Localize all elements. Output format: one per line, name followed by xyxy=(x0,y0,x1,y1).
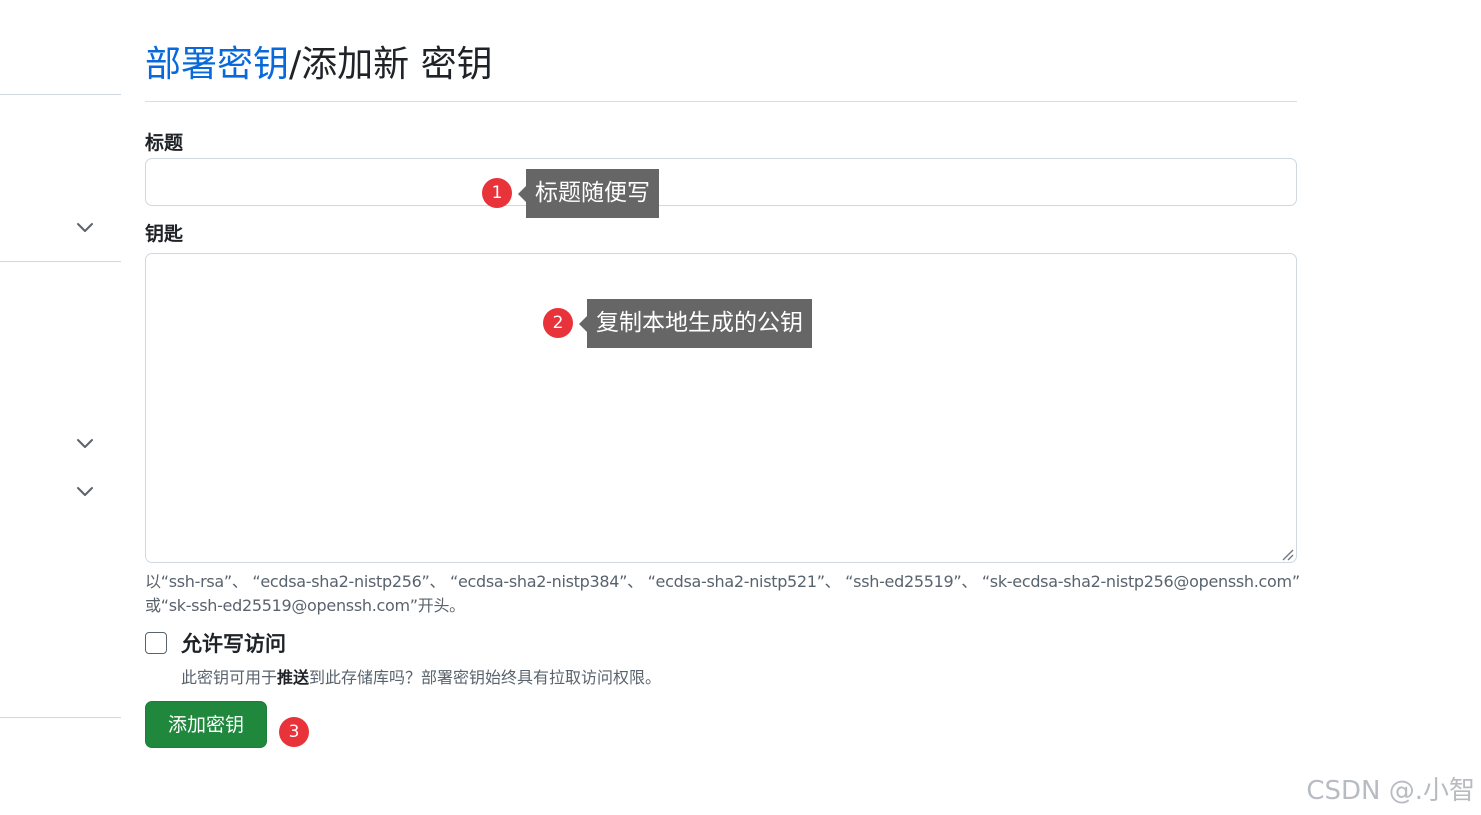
chevron-down-icon[interactable] xyxy=(76,484,94,498)
write-access-note-text: 到此存储库吗？部署密钥始终具有拉取访问权限。 xyxy=(309,668,662,687)
key-label: 钥匙 xyxy=(145,223,184,245)
sidebar-divider xyxy=(0,261,121,262)
annotation-callout: 标题随便写 xyxy=(518,169,659,218)
annotation-badge: 1 xyxy=(482,178,512,208)
annotation-badge: 3 xyxy=(279,717,309,747)
write-access-note-text: 此密钥可用于 xyxy=(181,668,278,687)
key-format-hint-line: 以“ssh-rsa”、 “ecdsa-sha2-nistp256”、 “ecds… xyxy=(145,572,1300,591)
deploy-key-page: 部署密钥/添加新 密钥 标题 钥匙 以“ssh-rsa”、 “ecdsa-sha… xyxy=(0,0,1481,815)
resize-grip-icon[interactable] xyxy=(1280,546,1294,561)
chevron-down-icon[interactable] xyxy=(76,436,94,450)
annotation-badge: 2 xyxy=(543,308,573,338)
page-title: 部署密钥/添加新 密钥 xyxy=(145,38,493,92)
write-access-note-bold: 推送 xyxy=(277,668,310,687)
sidebar-divider xyxy=(0,717,121,718)
add-key-button[interactable]: 添加密钥 xyxy=(145,701,267,748)
write-access-label[interactable]: 允许写访问 xyxy=(181,630,286,658)
header-divider xyxy=(145,101,1297,102)
write-access-note: 此密钥可用于推送到此存储库吗？部署密钥始终具有拉取访问权限。 xyxy=(181,666,661,690)
title-label: 标题 xyxy=(145,132,184,154)
watermark: CSDN @.小智 xyxy=(1306,776,1475,806)
annotation-callout: 复制本地生成的公钥 xyxy=(579,299,812,348)
key-format-hint-line: 或“sk-ssh-ed25519@openssh.com”开头。 xyxy=(145,596,465,615)
title-input[interactable] xyxy=(145,158,1297,206)
key-format-hint: 以“ssh-rsa”、 “ecdsa-sha2-nistp256”、 “ecds… xyxy=(145,570,1305,618)
breadcrumb-deploy-keys-link[interactable]: 部署密钥 xyxy=(145,44,289,85)
breadcrumb-current: 添加新 密钥 xyxy=(301,44,493,85)
write-access-checkbox[interactable] xyxy=(145,632,167,654)
chevron-down-icon[interactable] xyxy=(76,220,94,234)
sidebar-divider xyxy=(0,94,121,95)
breadcrumb-separator: / xyxy=(289,44,302,85)
